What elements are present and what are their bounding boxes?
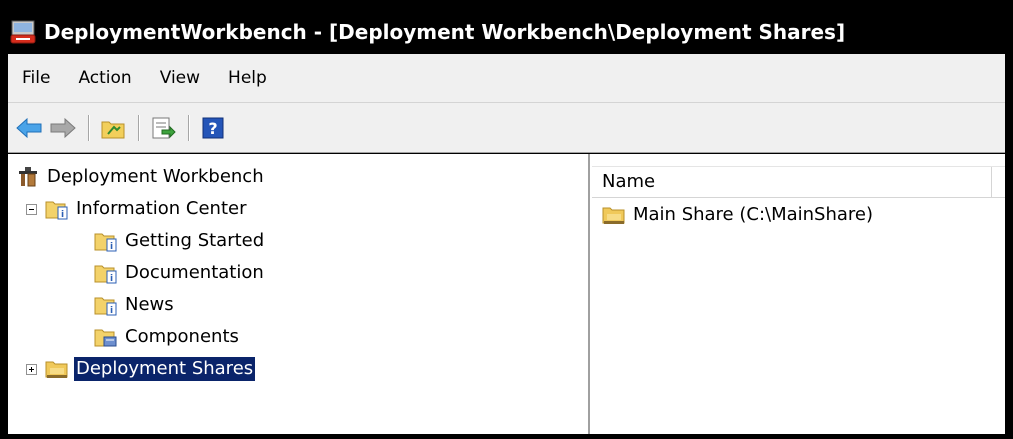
workbench-tree-icon — [16, 166, 40, 188]
export-list-icon[interactable] — [148, 113, 178, 143]
up-folder-icon[interactable] — [98, 113, 128, 143]
main-content: Deployment Workbench i Information Cente… — [8, 154, 1005, 434]
tree-label-news: News — [125, 294, 174, 315]
tree-label-getting-started: Getting Started — [125, 230, 265, 251]
tree-item-news[interactable]: i News — [94, 290, 176, 320]
tree-label-deployment-shares: Deployment Shares — [74, 357, 256, 381]
toolbar-separator — [138, 114, 140, 141]
tree-label-components: Components — [125, 326, 239, 347]
shares-folder-icon — [45, 358, 69, 380]
tree-item-components[interactable]: Components — [94, 322, 241, 352]
list-header: Name — [592, 166, 1005, 198]
help-icon[interactable]: ? — [198, 113, 228, 143]
svg-text:i: i — [110, 242, 113, 252]
info-folder-icon: i — [45, 198, 69, 220]
window-title: DeploymentWorkbench - [Deployment Workbe… — [44, 20, 846, 44]
toolbar-separator — [188, 114, 190, 141]
menu-file[interactable]: File — [8, 63, 64, 93]
column-header-name[interactable]: Name — [592, 167, 992, 197]
tree-label-information-center: Information Center — [76, 198, 247, 219]
list-item[interactable]: Main Share (C:\MainShare) — [602, 200, 875, 230]
expand-toggle[interactable] — [26, 363, 37, 375]
forward-arrow-icon[interactable] — [48, 113, 78, 143]
menu-action[interactable]: Action — [64, 63, 145, 93]
info-folder-icon: i — [94, 230, 118, 252]
tree-pane[interactable]: Deployment Workbench i Information Cente… — [8, 154, 590, 434]
tree-item-documentation[interactable]: i Documentation — [94, 258, 266, 288]
back-arrow-icon[interactable] — [14, 113, 44, 143]
collapse-toggle[interactable] — [26, 203, 37, 215]
svg-text:i: i — [110, 274, 113, 284]
title-bar[interactable]: DeploymentWorkbench - [Deployment Workbe… — [8, 10, 1005, 54]
menu-bar: File Action View Help — [8, 54, 1005, 103]
menu-view[interactable]: View — [146, 63, 214, 93]
tree-label-documentation: Documentation — [125, 262, 264, 283]
components-folder-icon — [94, 326, 118, 348]
svg-text:i: i — [61, 210, 64, 220]
app-window: DeploymentWorkbench - [Deployment Workbe… — [0, 0, 1013, 439]
list-item-name: Main Share (C:\MainShare) — [633, 204, 874, 225]
tree-item-root[interactable]: Deployment Workbench — [16, 162, 266, 192]
toolbar: ? — [8, 103, 1005, 153]
tree-label-root: Deployment Workbench — [47, 166, 264, 187]
tree-item-getting-started[interactable]: i Getting Started — [94, 226, 266, 256]
share-folder-icon — [602, 204, 626, 226]
svg-text:i: i — [110, 306, 113, 316]
workbench-app-icon — [10, 18, 38, 46]
svg-text:?: ? — [208, 119, 217, 138]
list-pane[interactable]: Name Main Share (C:\MainShare) — [592, 154, 1005, 434]
menu-help[interactable]: Help — [214, 63, 281, 93]
tree-item-deployment-shares[interactable]: Deployment Shares — [26, 354, 256, 384]
tree-item-information-center[interactable]: i Information Center — [26, 194, 249, 224]
toolbar-separator — [88, 114, 90, 141]
info-folder-icon: i — [94, 294, 118, 316]
info-folder-icon: i — [94, 262, 118, 284]
